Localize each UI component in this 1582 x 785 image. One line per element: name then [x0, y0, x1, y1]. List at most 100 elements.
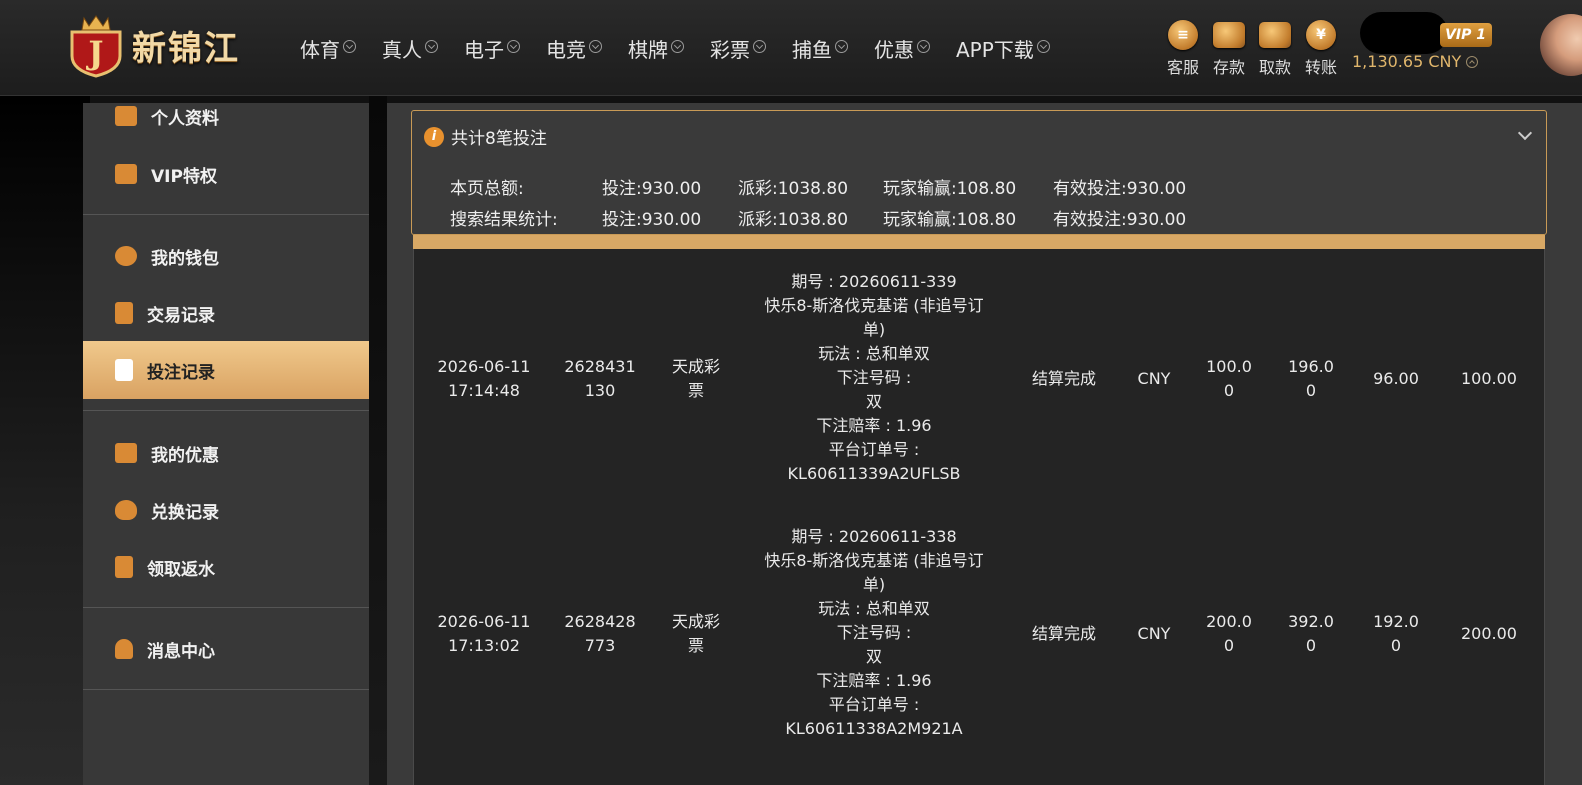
- amount-part: 0: [1305, 636, 1317, 655]
- amount-part: 392.0: [1288, 612, 1334, 631]
- amount-part: 0: [1223, 636, 1235, 655]
- win-amount: 192.0 0: [1356, 610, 1436, 658]
- main-nav: 体育 真人 电子 电竞 棋牌 彩票 捕鱼 优惠 APP下载: [300, 34, 1076, 63]
- bet-id-part: 130: [584, 381, 616, 400]
- svg-text:J: J: [85, 34, 103, 72]
- payout-amount: 392.0 0: [1276, 610, 1346, 658]
- detail-line: 下注号码 :: [836, 623, 912, 642]
- nav-item-promotions[interactable]: 优惠: [874, 34, 930, 63]
- detail-line: 双: [865, 392, 882, 411]
- detail-line: 单): [862, 320, 886, 339]
- chevron-down-icon[interactable]: [1517, 125, 1533, 141]
- detail-line: 单): [862, 575, 886, 594]
- bet-currency: CNY: [1137, 369, 1171, 388]
- nav-item-esports[interactable]: 电竞: [546, 34, 602, 63]
- balance-display[interactable]: 1,130.65 CNY: [1352, 52, 1479, 71]
- chevron-down-icon: [343, 40, 356, 53]
- quick-action-label: 转账: [1304, 58, 1337, 77]
- summary-row-label: 本页总额:: [450, 179, 524, 199]
- sidebar-item-label: 领取返水: [147, 559, 215, 580]
- sidebar-divider: [83, 689, 369, 690]
- sidebar-item-bet-records[interactable]: 投注记录: [83, 341, 369, 399]
- summary-payout: 派彩:1038.80: [738, 210, 849, 230]
- sidebar-item-vip[interactable]: VIP特权: [83, 145, 369, 203]
- chevron-down-icon: [671, 40, 684, 53]
- summary-win: 玩家输赢:108.80: [883, 210, 1017, 230]
- document-list-icon: [115, 302, 133, 324]
- summary-title-text: 共计8笔投注: [451, 129, 547, 149]
- nav-item-fishing[interactable]: 捕鱼: [792, 34, 848, 63]
- summary-valid-bet: 有效投注:930.00: [1053, 210, 1187, 230]
- profile-card-icon: [115, 106, 137, 126]
- nav-item-sports[interactable]: 体育: [300, 34, 356, 63]
- sidebar-item-profile[interactable]: 个人资料: [83, 87, 369, 145]
- sidebar-item-rebate[interactable]: 领取返水: [83, 538, 369, 596]
- page-background: [0, 96, 90, 785]
- detail-line: 期号 : 20260611-339: [791, 272, 957, 291]
- quick-action-label: 取款: [1258, 58, 1291, 77]
- summary-bet: 投注:930.00: [602, 210, 702, 230]
- transfer-button[interactable]: ¥ 转账: [1301, 20, 1341, 78]
- nav-item-app-download[interactable]: APP下载: [956, 34, 1050, 63]
- withdraw-button[interactable]: 取款: [1255, 20, 1295, 78]
- vip-badge: VIP 1: [1440, 23, 1492, 47]
- sidebar-item-label: VIP特权: [151, 166, 217, 187]
- sidebar-item-messages[interactable]: 消息中心: [83, 620, 369, 678]
- refresh-chevron-icon[interactable]: [1466, 55, 1479, 68]
- sidebar-item-redemptions[interactable]: 兑换记录: [83, 481, 369, 539]
- detail-line: 下注号码 :: [836, 368, 912, 387]
- sidebar-item-label: 个人资料: [151, 108, 219, 129]
- customer-service-button[interactable]: ≡ 客服: [1163, 20, 1203, 78]
- summary-bet: 投注:930.00: [602, 179, 702, 199]
- summary-valid-bet: 有效投注:930.00: [1053, 179, 1187, 199]
- amount-part: 200.0: [1206, 612, 1252, 631]
- main-content: i 共计8笔投注 本页总额: 投注:930.00 派彩:1038.80 玩家输赢…: [387, 103, 1582, 785]
- table-header: [413, 235, 1545, 249]
- balance-amount: 1,130.65 CNY: [1352, 52, 1462, 71]
- nav-item-lottery[interactable]: 彩票: [710, 34, 766, 63]
- platform-part: 票: [687, 636, 704, 655]
- quick-action-label: 存款: [1212, 58, 1245, 77]
- platform-part: 票: [687, 381, 704, 400]
- detail-line: 双: [865, 647, 882, 666]
- amount-part: 96.00: [1373, 369, 1419, 388]
- account-sidebar: 个人资料 VIP特权 我的钱包 交易记录 投注记录 我的优惠 兑换记录 领取返水…: [83, 103, 369, 785]
- bet-time: 2026-06-11 17:13:02: [434, 610, 534, 658]
- amount-part: 0: [1305, 381, 1317, 400]
- chevron-down-icon: [1036, 40, 1050, 53]
- summary-title: i 共计8笔投注: [424, 124, 547, 149]
- nav-label: APP下载: [956, 38, 1034, 62]
- nav-item-slots[interactable]: 电子: [464, 34, 520, 63]
- page-background-gap: [369, 96, 387, 785]
- win-amount: 96.00: [1356, 367, 1436, 391]
- brand-logo[interactable]: J 新锦江: [66, 12, 266, 78]
- deposit-wallet-icon: [1213, 22, 1245, 48]
- bet-date: 2026-06-11: [437, 357, 531, 376]
- sidebar-item-transactions[interactable]: 交易记录: [83, 284, 369, 342]
- detail-line: KL60611338A2M921A: [785, 719, 963, 738]
- deposit-button[interactable]: 存款: [1209, 20, 1249, 78]
- vip-card-icon: [115, 164, 137, 184]
- bet-amount: 100.0 0: [1194, 355, 1264, 403]
- info-icon: i: [424, 126, 444, 147]
- detail-line: KL60611339A2UFLSB: [787, 464, 961, 483]
- sidebar-item-label: 投注记录: [147, 362, 215, 383]
- amount-part: 196.0: [1288, 357, 1334, 376]
- sidebar-item-wallet[interactable]: 我的钱包: [83, 227, 369, 285]
- summary-win: 玩家输赢:108.80: [883, 179, 1017, 199]
- chat-icon: ≡: [1168, 20, 1198, 50]
- bet-status: 结算完成: [1031, 369, 1096, 388]
- avatar[interactable]: [1540, 14, 1582, 76]
- nav-item-cards[interactable]: 棋牌: [628, 34, 684, 63]
- sidebar-item-promotions[interactable]: 我的优惠: [83, 424, 369, 482]
- summary-payout: 派彩:1038.80: [738, 179, 849, 199]
- transfer-coin-icon: ¥: [1306, 20, 1336, 50]
- sidebar-divider: [83, 214, 369, 215]
- bet-platform: 天成彩 票: [656, 355, 736, 403]
- nav-item-live[interactable]: 真人: [382, 34, 438, 63]
- username-redacted: [1360, 12, 1448, 54]
- top-header: J 新锦江 体育 真人 电子 电竞 棋牌 彩票 捕鱼 优惠 APP下载 ≡ 客服…: [0, 0, 1582, 96]
- nav-label: 体育: [300, 38, 340, 62]
- bet-amount: 200.0 0: [1194, 610, 1264, 658]
- nav-label: 电竞: [546, 38, 586, 62]
